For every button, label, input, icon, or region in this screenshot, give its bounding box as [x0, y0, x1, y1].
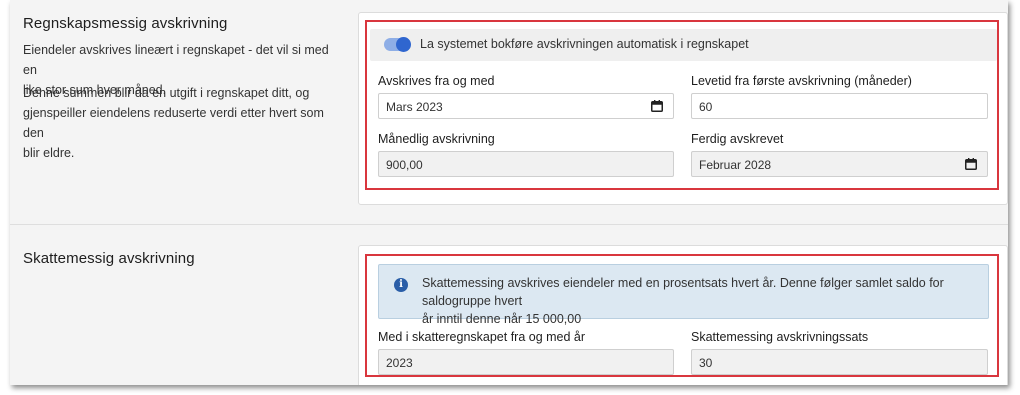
- settings-panel: Regnskapsmessig avskrivning Eiendeler av…: [10, 0, 1008, 385]
- highlight-box-accounting: [365, 20, 999, 190]
- desc-line: blir eldre.: [23, 146, 75, 160]
- section-divider: [10, 224, 1008, 225]
- desc-line: Eiendeler avskrives lineært i regnskapet…: [23, 43, 329, 77]
- desc-line: Denne summen blir da en utgift i regnska…: [23, 86, 310, 100]
- highlight-box-tax: [365, 254, 999, 377]
- desc-line: gjenspeiller eiendelens reduserte verdi …: [23, 106, 324, 140]
- section-title-accounting: Regnskapsmessig avskrivning: [23, 15, 228, 32]
- accounting-description-2: Denne summen blir da en utgift i regnska…: [23, 83, 343, 163]
- section-title-tax: Skattemessig avskrivning: [23, 250, 195, 267]
